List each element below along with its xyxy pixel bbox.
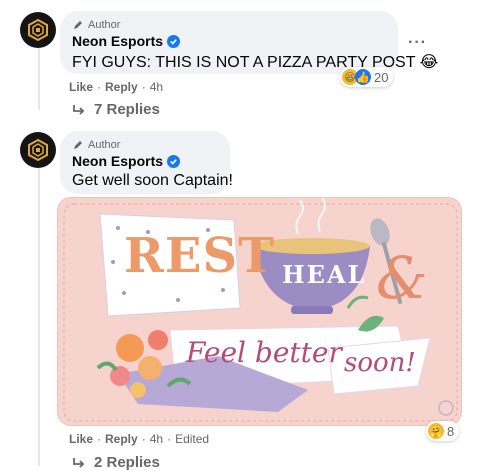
neon-logo-icon (28, 18, 48, 42)
reply-arrow-icon (73, 104, 85, 115)
comment-text: FYI GUYS: THIS IS NOT A PIZZA PARTY POST… (72, 54, 439, 71)
verified-icon (167, 34, 181, 48)
pencil-icon (74, 141, 82, 149)
reaction-count: 8 (447, 423, 455, 439)
more-options-icon[interactable]: ··· (408, 34, 427, 52)
commenter-name[interactable]: Neon Esports (72, 153, 163, 169)
like-reaction-icon: 👍 (355, 69, 371, 85)
author-badge: Author (72, 19, 386, 31)
comment-bubble: Author Neon Esports Get well soon Captai… (60, 131, 233, 194)
comment-actions: Like · Reply · 4h (69, 80, 163, 94)
avatar[interactable] (20, 132, 56, 168)
reactions-summary[interactable]: 🤗 8 (426, 421, 460, 441)
reactions-summary[interactable]: 😆 👍 20 (340, 67, 394, 87)
reply-arrow-icon (73, 457, 85, 468)
view-replies-button[interactable]: 2 Replies (72, 454, 160, 471)
edited-label: Edited (175, 432, 210, 446)
view-replies-button[interactable]: 7 Replies (72, 101, 160, 118)
like-button[interactable]: Like (69, 432, 93, 446)
reply-button[interactable]: Reply (105, 432, 138, 446)
comment-bubble: Author Neon Esports FYI GUYS: THIS IS NO… (60, 11, 439, 74)
thread-line (38, 166, 40, 466)
card-banner-text-2: soon! (344, 348, 416, 378)
reply-button[interactable]: Reply (105, 80, 138, 94)
timestamp[interactable]: 4h (150, 80, 163, 94)
verified-icon (167, 154, 181, 168)
replies-label: 2 Replies (94, 454, 160, 471)
comment-actions: Like · Reply · 4h · Edited (69, 432, 209, 446)
thread-line (38, 44, 40, 110)
like-button[interactable]: Like (69, 80, 93, 94)
timestamp[interactable]: 4h (150, 432, 163, 446)
separator: · (141, 80, 146, 94)
get-well-card-image[interactable]: REST HEAL & Feel better soon! (57, 197, 462, 426)
separator: · (141, 432, 146, 446)
care-reaction-icon: 🤗 (428, 423, 444, 439)
reaction-count: 20 (374, 69, 389, 85)
separator: · (97, 432, 102, 446)
replies-label: 7 Replies (94, 101, 160, 118)
card-banner-text: Feel better (186, 336, 342, 369)
separator: · (97, 80, 102, 94)
neon-logo-icon (28, 138, 48, 162)
author-badge-label: Author (88, 19, 121, 31)
card-word-rest: REST (124, 228, 275, 284)
pencil-icon (74, 21, 82, 29)
card-ampersand: & (376, 244, 428, 312)
author-badge: Author (72, 139, 218, 151)
commenter-name[interactable]: Neon Esports (72, 33, 163, 49)
avatar[interactable] (20, 12, 56, 48)
card-word-heal: HEAL (282, 260, 367, 289)
comment-text: Get well soon Captain! (72, 172, 233, 189)
separator: · (167, 432, 172, 446)
author-badge-label: Author (88, 139, 121, 151)
